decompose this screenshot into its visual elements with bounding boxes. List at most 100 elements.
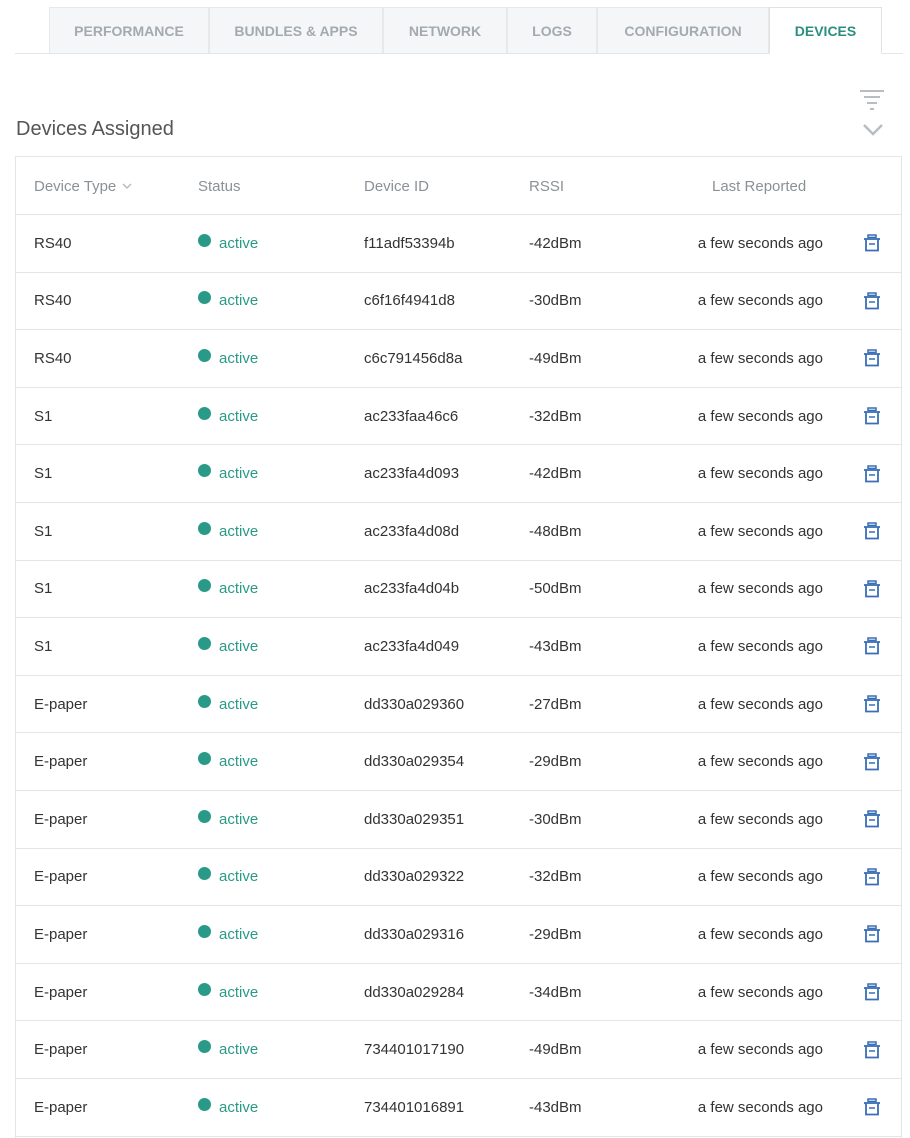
- delete-button[interactable]: [862, 1079, 882, 1136]
- tab-bundles-apps[interactable]: BUNDLES & APPS: [209, 7, 383, 53]
- status-text: active: [219, 522, 259, 540]
- status-text: active: [219, 810, 259, 828]
- header-device-type[interactable]: Device Type: [34, 157, 132, 215]
- delete-button[interactable]: [862, 618, 882, 675]
- rssi-cell: -27dBm: [529, 695, 582, 713]
- status-dot-icon: [198, 636, 211, 650]
- tab-network[interactable]: NETWORK: [383, 7, 507, 53]
- delete-button[interactable]: [862, 388, 882, 445]
- device-type-cell: S1: [34, 522, 53, 540]
- rssi-cell: -42dBm: [529, 234, 582, 252]
- device-id-cell: ac233fa4d08d: [364, 522, 460, 540]
- tab-configuration[interactable]: CONFIGURATION: [597, 7, 769, 53]
- status-cell: active: [198, 791, 258, 848]
- trash-icon: [864, 407, 880, 425]
- delete-button[interactable]: [862, 791, 882, 848]
- status-cell: active: [198, 1079, 258, 1136]
- device-id-cell: ac233faa46c6: [364, 407, 459, 425]
- status-dot-icon: [198, 867, 211, 881]
- trash-icon: [864, 695, 880, 713]
- last-reported-cell: a few seconds ago: [697, 810, 823, 828]
- trash-icon: [864, 810, 880, 828]
- last-reported-cell: a few seconds ago: [697, 868, 823, 886]
- device-id-cell: dd330a029316: [364, 925, 465, 943]
- status-cell: active: [198, 330, 258, 387]
- rssi-cell: -49dBm: [529, 349, 582, 367]
- device-id-cell: ac233fa4d049: [364, 637, 460, 655]
- rssi-cell: -30dBm: [529, 810, 582, 828]
- delete-button[interactable]: [862, 906, 882, 963]
- device-id-cell: dd330a029284: [364, 983, 465, 1001]
- rssi-cell: -32dBm: [529, 868, 582, 886]
- tab-devices[interactable]: DEVICES: [769, 7, 882, 54]
- trash-icon: [864, 522, 880, 540]
- status-text: active: [219, 234, 259, 252]
- table-row: S1 active ac233fa4d093 -42dBm a few seconds …: [16, 445, 901, 503]
- device-type-cell: E-paper: [34, 925, 88, 943]
- trash-icon: [864, 868, 880, 886]
- table-body: RS40 active f11adf53394b -42dBm a few second…: [16, 215, 901, 1137]
- device-type-cell: S1: [34, 637, 53, 655]
- status-cell: active: [198, 273, 258, 330]
- delete-button[interactable]: [862, 1021, 882, 1078]
- table-row: E-paper active dd330a029316 -29dBm a few sec…: [16, 906, 901, 964]
- table-row: E-paper active dd330a029284 -34dBm a few sec…: [16, 964, 901, 1022]
- tab-performance[interactable]: PERFORMANCE: [49, 7, 209, 53]
- status-text: active: [219, 925, 259, 943]
- status-dot-icon: [198, 348, 211, 362]
- status-text: active: [219, 349, 259, 367]
- delete-button[interactable]: [862, 445, 882, 502]
- status-dot-icon: [198, 694, 211, 708]
- chevron-down-icon[interactable]: [862, 123, 884, 137]
- filter-icon[interactable]: [858, 88, 886, 112]
- trash-icon: [864, 1040, 880, 1059]
- rssi-cell: -29dBm: [529, 925, 582, 943]
- rssi-cell: -43dBm: [529, 1098, 582, 1116]
- delete-button[interactable]: [862, 676, 882, 733]
- rssi-cell: -48dBm: [529, 522, 582, 540]
- table-row: S1 active ac233fa4d049 -43dBm a few seconds …: [16, 618, 901, 676]
- delete-button[interactable]: [862, 733, 882, 790]
- status-dot-icon: [198, 982, 211, 996]
- trash-icon: [864, 925, 880, 943]
- trash-icon: [864, 292, 880, 310]
- device-type-cell: E-paper: [34, 695, 88, 713]
- status-cell: active: [198, 618, 258, 675]
- tab-logs[interactable]: LOGS: [507, 7, 597, 53]
- table-row: RS40 active c6f16f4941d8 -30dBm a few second…: [16, 273, 901, 331]
- delete-button[interactable]: [862, 330, 882, 387]
- trash-icon: [864, 752, 880, 771]
- delete-button[interactable]: [862, 561, 882, 618]
- delete-button[interactable]: [862, 964, 882, 1021]
- delete-button[interactable]: [862, 503, 882, 560]
- delete-button[interactable]: [862, 215, 882, 272]
- status-cell: active: [198, 561, 258, 618]
- status-dot-icon: [198, 924, 211, 938]
- device-type-cell: E-paper: [34, 753, 88, 771]
- rssi-cell: -29dBm: [529, 753, 582, 771]
- status-text: active: [219, 753, 259, 771]
- status-dot-icon: [198, 521, 211, 535]
- sort-down-icon[interactable]: [122, 182, 132, 190]
- delete-button[interactable]: [862, 849, 882, 906]
- last-reported-cell: a few seconds ago: [697, 465, 823, 483]
- delete-button[interactable]: [862, 273, 882, 330]
- status-dot-icon: [198, 406, 211, 420]
- device-id-cell: c6f16f4941d8: [364, 292, 455, 310]
- device-id-cell: dd330a029360: [364, 695, 465, 713]
- device-type-cell: RS40: [34, 234, 72, 252]
- device-type-cell: E-paper: [34, 983, 88, 1001]
- status-cell: active: [198, 445, 258, 502]
- status-cell: active: [198, 964, 258, 1021]
- status-dot-icon: [198, 291, 211, 305]
- status-text: active: [219, 983, 259, 1001]
- status-cell: active: [198, 733, 258, 790]
- device-type-cell: S1: [34, 465, 53, 483]
- table-row: RS40 active c6c791456d8a -49dBm a few second…: [16, 330, 901, 388]
- status-dot-icon: [198, 579, 211, 593]
- status-cell: active: [198, 676, 258, 733]
- status-text: active: [219, 868, 259, 886]
- status-cell: active: [198, 503, 258, 560]
- devices-table: Device Type Status Device ID RSSI Last R…: [15, 156, 902, 1138]
- trash-icon: [864, 234, 880, 252]
